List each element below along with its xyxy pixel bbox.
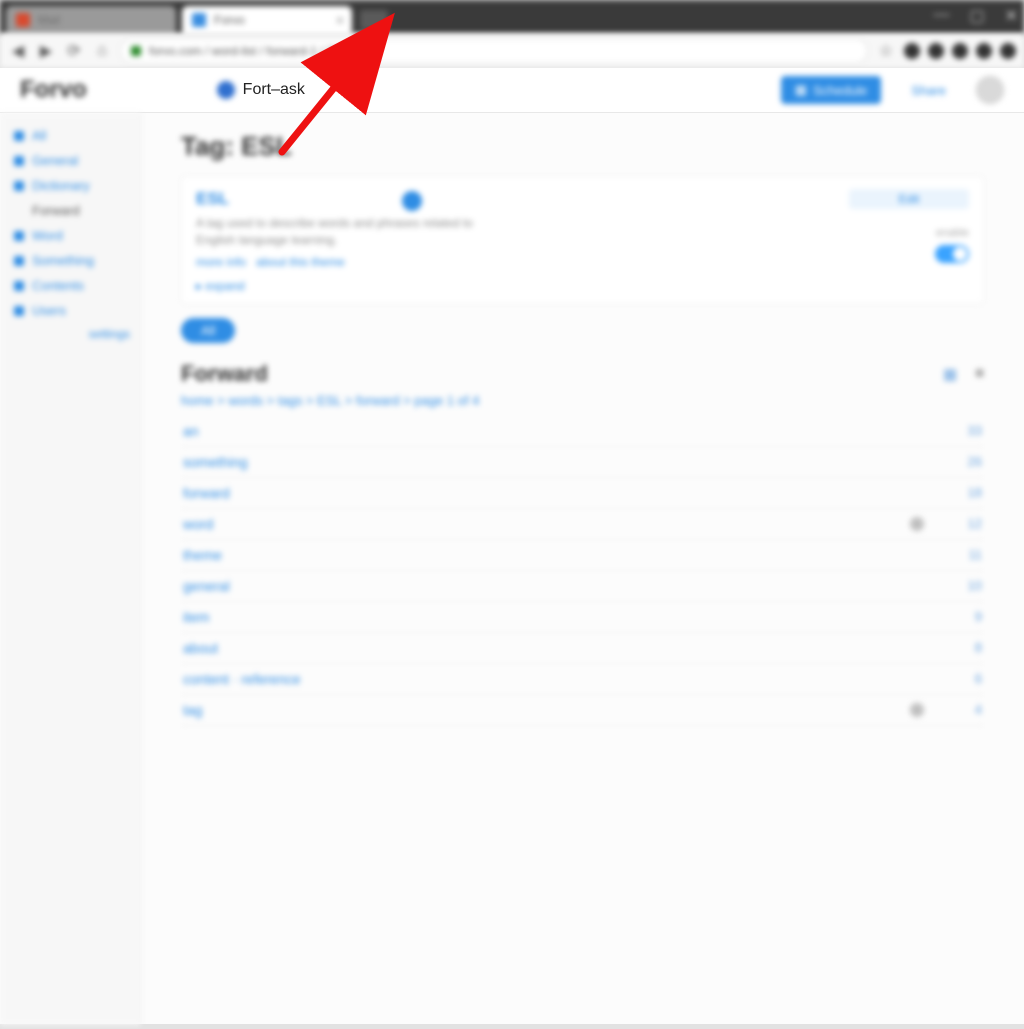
sidebar-item-dictionary[interactable]: Dictionary xyxy=(0,173,140,198)
sidebar-item-general[interactable]: General xyxy=(0,148,140,173)
lang-label[interactable]: Fort–ask xyxy=(243,81,305,99)
section-title: Forward xyxy=(181,361,268,387)
sidebar-item-forward[interactable]: Forward xyxy=(0,198,140,223)
browser-tab-1[interactable]: Mail xyxy=(6,6,176,34)
count-badge: 26 xyxy=(942,454,982,469)
bullet-icon xyxy=(14,131,24,141)
bullet-icon xyxy=(14,281,24,291)
sidebar: All General Dictionary Forward Word Some… xyxy=(0,113,141,1025)
flag-icon xyxy=(910,703,924,717)
mail-favicon xyxy=(16,13,30,27)
filter-chip-all[interactable]: All xyxy=(181,318,235,343)
ext-icon-2[interactable] xyxy=(928,43,944,59)
sidebar-item-users[interactable]: Users xyxy=(0,298,140,323)
word-link[interactable]: content · reference xyxy=(183,671,301,687)
bookmark-icon[interactable]: ☆ xyxy=(876,41,896,61)
sidebar-settings-link[interactable]: settings xyxy=(0,323,140,345)
lock-icon xyxy=(131,46,141,56)
list-item[interactable]: an 33 xyxy=(181,416,984,447)
list-view-icon[interactable]: ≡ xyxy=(975,365,984,383)
count-badge: 10 xyxy=(942,578,982,593)
grid-view-icon[interactable]: ▦ xyxy=(943,365,957,383)
ext-icon-1[interactable] xyxy=(904,43,920,59)
toggle-label: enable xyxy=(849,227,969,239)
site-logo[interactable]: Forvo xyxy=(20,76,87,104)
list-item[interactable]: tag 4 xyxy=(181,695,984,726)
count-badge: 4 xyxy=(942,702,982,717)
edit-button[interactable]: Edit xyxy=(849,189,969,209)
card-desc: A tag used to describe words and phrases… xyxy=(196,215,496,249)
window-close-icon[interactable]: ✕ xyxy=(1005,6,1018,26)
sidebar-item-contents[interactable]: Contents xyxy=(0,273,140,298)
bullet-icon xyxy=(14,306,24,316)
card-sub2[interactable]: about this theme xyxy=(256,255,345,269)
close-tab-icon[interactable]: × xyxy=(336,12,344,28)
count-badge: 9 xyxy=(942,609,982,624)
schedule-label: Schedule xyxy=(813,83,867,98)
sidebar-item-word[interactable]: Word xyxy=(0,223,140,248)
sidebar-item-something[interactable]: Something xyxy=(0,248,140,273)
list-item[interactable]: content · reference 6 xyxy=(181,664,984,695)
share-button[interactable]: Share xyxy=(897,76,960,104)
nav-fwd-icon[interactable]: ▶ xyxy=(36,41,56,61)
word-link[interactable]: something xyxy=(183,454,248,470)
sidebar-item-all[interactable]: All xyxy=(0,123,140,148)
bullet-icon xyxy=(14,156,24,166)
list-item[interactable]: item 9 xyxy=(181,602,984,633)
bullet-icon xyxy=(14,256,24,266)
toggle-switch[interactable] xyxy=(935,245,969,263)
url-text: forvo.com / word-list / forward-1 / 20 i… xyxy=(149,44,372,58)
word-link[interactable]: tag xyxy=(183,702,202,718)
list-item[interactable]: forward 18 xyxy=(181,478,984,509)
count-badge: 12 xyxy=(942,516,982,531)
tab2-title: Forvo xyxy=(214,13,245,27)
count-badge: 18 xyxy=(942,485,982,500)
window-min-icon[interactable]: — xyxy=(933,6,949,26)
page-title: Tag: ESL xyxy=(181,131,984,162)
word-link[interactable]: theme xyxy=(183,547,222,563)
breadcrumb[interactable]: home > words > tags > ESL > forward > pa… xyxy=(181,393,984,408)
count-badge: 8 xyxy=(942,640,982,655)
lang-flag-icon[interactable] xyxy=(217,81,235,99)
tab1-title: Mail xyxy=(38,13,60,27)
bullet-icon xyxy=(14,181,24,191)
count-badge: 6 xyxy=(942,671,982,686)
nav-back-icon[interactable]: ◀ xyxy=(8,41,28,61)
bullet-icon xyxy=(14,231,24,241)
word-link[interactable]: general xyxy=(183,578,230,594)
count-badge: 33 xyxy=(942,423,982,438)
calendar-icon: ▦ xyxy=(795,82,807,98)
list-item[interactable]: word 12 xyxy=(181,509,984,540)
word-link[interactable]: an xyxy=(183,423,199,439)
list-item[interactable]: theme 11 xyxy=(181,540,984,571)
user-avatar[interactable] xyxy=(976,76,1004,104)
card-sub1[interactable]: more info xyxy=(196,255,246,269)
ext-icon-3[interactable] xyxy=(952,43,968,59)
schedule-button[interactable]: ▦ Schedule xyxy=(781,76,882,104)
ext-icon-5[interactable] xyxy=(1000,43,1016,59)
tag-info-card: ESL A tag used to describe words and phr… xyxy=(181,176,984,304)
play-audio-icon[interactable] xyxy=(402,191,422,211)
word-link[interactable]: about xyxy=(183,640,218,656)
list-item[interactable]: general 10 xyxy=(181,571,984,602)
word-link[interactable]: item xyxy=(183,609,209,625)
word-link[interactable]: forward xyxy=(183,485,230,501)
browser-tab-2[interactable]: Forvo × xyxy=(182,6,352,34)
window-max-icon[interactable]: ▢ xyxy=(969,6,984,26)
list-item[interactable]: something 26 xyxy=(181,447,984,478)
word-link[interactable]: word xyxy=(183,516,213,532)
expand-toggle[interactable]: ▸ expand xyxy=(196,279,969,293)
nav-reload-icon[interactable]: ⟳ xyxy=(64,41,84,61)
nav-home-icon[interactable]: ⌂ xyxy=(92,41,112,61)
address-bar[interactable]: forvo.com / word-list / forward-1 / 20 i… xyxy=(120,38,868,64)
word-list: an 33 something 26 forward 18 word 12 theme 11 gen… xyxy=(181,416,984,726)
new-tab-button[interactable] xyxy=(360,10,388,30)
forvo-favicon xyxy=(192,13,206,27)
list-item[interactable]: about 8 xyxy=(181,633,984,664)
flag-icon xyxy=(910,517,924,531)
ext-icon-4[interactable] xyxy=(976,43,992,59)
count-badge: 11 xyxy=(942,547,982,562)
